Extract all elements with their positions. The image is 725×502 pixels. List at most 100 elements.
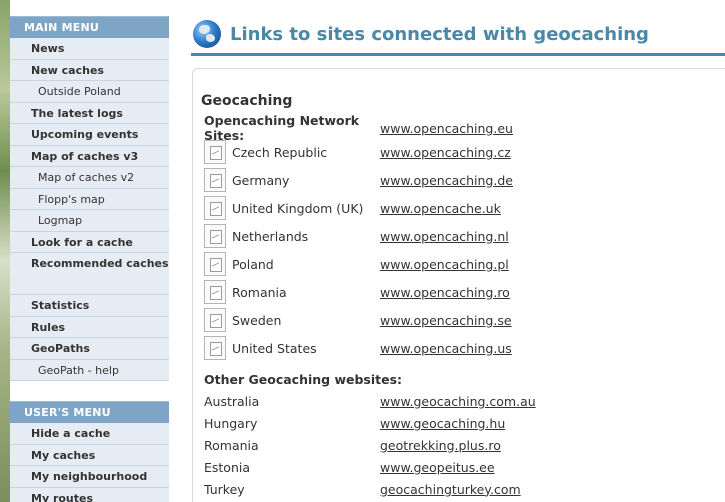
main-menu-item[interactable]: Flopp's map bbox=[10, 189, 169, 210]
other-sites-label: Other Geocaching websites: bbox=[204, 371, 403, 387]
sidebar: MAIN MENU News New caches Outside Poland Th… bbox=[10, 0, 169, 502]
oc-site-country: Netherlands bbox=[232, 228, 309, 244]
main-menu-item[interactable]: New caches bbox=[10, 60, 169, 81]
main-menu-item[interactable]: Statistics bbox=[10, 295, 169, 317]
oc-site-country: Sweden bbox=[232, 312, 282, 328]
oc-site-link-cell: www.opencache.uk bbox=[380, 201, 721, 216]
oc-site-country-cell: Czech Republic bbox=[201, 140, 380, 164]
main-menu-item[interactable]: News bbox=[10, 38, 169, 60]
oc-sites-list: Czech Republic www.opencaching.cz Germany w… bbox=[201, 138, 721, 362]
flag-image-icon bbox=[204, 252, 226, 276]
main-content: Links to sites connected with geocaching… bbox=[191, 18, 725, 502]
oc-site-link[interactable]: www.opencaching.ro bbox=[380, 285, 510, 300]
section-title: Geocaching bbox=[201, 93, 293, 109]
other-site-country: Romania bbox=[204, 437, 259, 453]
oc-site-country: Germany bbox=[232, 172, 290, 188]
oc-site-link-cell: www.opencaching.nl bbox=[380, 229, 721, 244]
other-site-country: Turkey bbox=[204, 481, 245, 497]
oc-site-link[interactable]: www.opencaching.de bbox=[380, 173, 513, 188]
oc-site-country: Romania bbox=[232, 284, 287, 300]
main-menu-item[interactable]: GeoPath - help bbox=[10, 360, 169, 381]
oc-site-row: Romania www.opencaching.ro bbox=[201, 278, 721, 306]
user-menu: USER'S MENU Hide a cache My caches My neig… bbox=[10, 401, 169, 502]
other-sites-list: Australia www.geocaching.com.au Hungary www… bbox=[201, 390, 721, 500]
other-site-link[interactable]: www.geocaching.hu bbox=[380, 416, 505, 431]
main-menu-header: MAIN MENU bbox=[10, 16, 169, 38]
flag-image-icon bbox=[204, 168, 226, 192]
main-menu-item[interactable]: Map of caches v2 bbox=[10, 167, 169, 189]
other-site-link[interactable]: geocachingturkey.com bbox=[380, 482, 521, 497]
main-menu-item[interactable]: Upcoming events bbox=[10, 124, 169, 146]
oc-network-link[interactable]: www.opencaching.eu bbox=[380, 121, 513, 136]
oc-site-row: Netherlands www.opencaching.nl bbox=[201, 222, 721, 250]
user-menu-item[interactable]: Hide a cache bbox=[10, 423, 169, 445]
main-menu-list: News New caches Outside Poland The latest l… bbox=[10, 38, 169, 381]
main-menu-item[interactable]: GeoPaths bbox=[10, 338, 169, 360]
page-title: Links to sites connected with geocaching bbox=[230, 23, 649, 45]
other-site-link[interactable]: www.geopeitus.ee bbox=[380, 460, 495, 475]
oc-site-link[interactable]: www.opencaching.pl bbox=[380, 257, 509, 272]
oc-site-country-cell: Romania bbox=[201, 280, 380, 304]
flag-image-icon bbox=[204, 280, 226, 304]
other-site-link-cell: geotrekking.plus.ro bbox=[380, 438, 721, 453]
other-site-link[interactable]: geotrekking.plus.ro bbox=[380, 438, 501, 453]
main-menu-item[interactable]: Logmap bbox=[10, 210, 169, 232]
flag-image-icon bbox=[204, 140, 226, 164]
oc-site-link[interactable]: www.opencaching.us bbox=[380, 341, 512, 356]
oc-site-link[interactable]: www.opencaching.se bbox=[380, 313, 512, 328]
flag-image-icon bbox=[204, 196, 226, 220]
oc-site-link-cell: www.opencaching.us bbox=[380, 341, 721, 356]
oc-site-row: Germany www.opencaching.de bbox=[201, 166, 721, 194]
oc-site-link-cell: www.opencaching.pl bbox=[380, 257, 721, 272]
other-site-row: Australia www.geocaching.com.au bbox=[201, 390, 721, 412]
other-site-country: Australia bbox=[204, 393, 260, 409]
other-site-row: Estonia www.geopeitus.ee bbox=[201, 456, 721, 478]
oc-site-row: Poland www.opencaching.pl bbox=[201, 250, 721, 278]
main-menu-item[interactable]: The latest logs bbox=[10, 103, 169, 124]
oc-site-country-cell: Sweden bbox=[201, 308, 380, 332]
oc-site-country: Czech Republic bbox=[232, 144, 328, 160]
other-site-link[interactable]: www.geocaching.com.au bbox=[380, 394, 536, 409]
other-site-row: Turkey geocachingturkey.com bbox=[201, 478, 721, 500]
oc-site-row: United Kingdom (UK) www.opencache.uk bbox=[201, 194, 721, 222]
decorative-leaf-strip bbox=[0, 0, 10, 502]
links-table: Opencaching Network Sites: www.opencachi… bbox=[201, 113, 721, 500]
oc-network-label: Opencaching Network Sites: bbox=[204, 113, 360, 143]
flag-image-icon bbox=[204, 308, 226, 332]
main-menu-item[interactable]: Look for a cache bbox=[10, 232, 169, 253]
oc-site-link[interactable]: www.opencache.uk bbox=[380, 201, 501, 216]
oc-site-country: United States bbox=[232, 340, 317, 356]
title-divider bbox=[191, 53, 725, 56]
oc-site-row: United States www.opencaching.us bbox=[201, 334, 721, 362]
user-menu-item[interactable]: My caches bbox=[10, 445, 169, 466]
oc-site-country-cell: Netherlands bbox=[201, 224, 380, 248]
user-menu-list: Hide a cache My caches My neighbourhood My … bbox=[10, 423, 169, 502]
main-menu-item[interactable]: Rules bbox=[10, 317, 169, 338]
user-menu-header: USER'S MENU bbox=[10, 401, 169, 423]
flag-image-icon bbox=[204, 336, 226, 360]
oc-site-link-cell: www.opencaching.cz bbox=[380, 145, 721, 160]
other-sites-header-row: Other Geocaching websites: bbox=[201, 362, 721, 390]
oc-site-country: United Kingdom (UK) bbox=[232, 200, 364, 216]
other-site-row: Hungary www.geocaching.hu bbox=[201, 412, 721, 434]
main-menu-item[interactable]: Map of caches v3 bbox=[10, 146, 169, 167]
other-site-link-cell: www.geopeitus.ee bbox=[380, 460, 721, 475]
other-site-country: Estonia bbox=[204, 459, 251, 475]
user-menu-item[interactable]: My routes bbox=[10, 488, 169, 502]
other-site-country: Hungary bbox=[204, 415, 258, 431]
menu-spacer bbox=[10, 381, 169, 401]
oc-site-country-cell: United Kingdom (UK) bbox=[201, 196, 380, 220]
other-site-link-cell: geocachingturkey.com bbox=[380, 482, 721, 497]
oc-network-header-row: Opencaching Network Sites: www.opencachi… bbox=[201, 113, 721, 143]
oc-site-row: Sweden www.opencaching.se bbox=[201, 306, 721, 334]
links-panel: Geocaching Opencaching Network Sites: ww… bbox=[192, 68, 725, 502]
main-menu-item[interactable]: Recommended caches bbox=[10, 253, 169, 295]
oc-site-link[interactable]: www.opencaching.nl bbox=[380, 229, 509, 244]
oc-site-country-cell: Poland bbox=[201, 252, 380, 276]
oc-site-country-cell: United States bbox=[201, 336, 380, 360]
oc-site-country-cell: Germany bbox=[201, 168, 380, 192]
flag-image-icon bbox=[204, 224, 226, 248]
user-menu-item[interactable]: My neighbourhood bbox=[10, 466, 169, 488]
oc-site-link[interactable]: www.opencaching.cz bbox=[380, 145, 511, 160]
main-menu-item[interactable]: Outside Poland bbox=[10, 81, 169, 103]
